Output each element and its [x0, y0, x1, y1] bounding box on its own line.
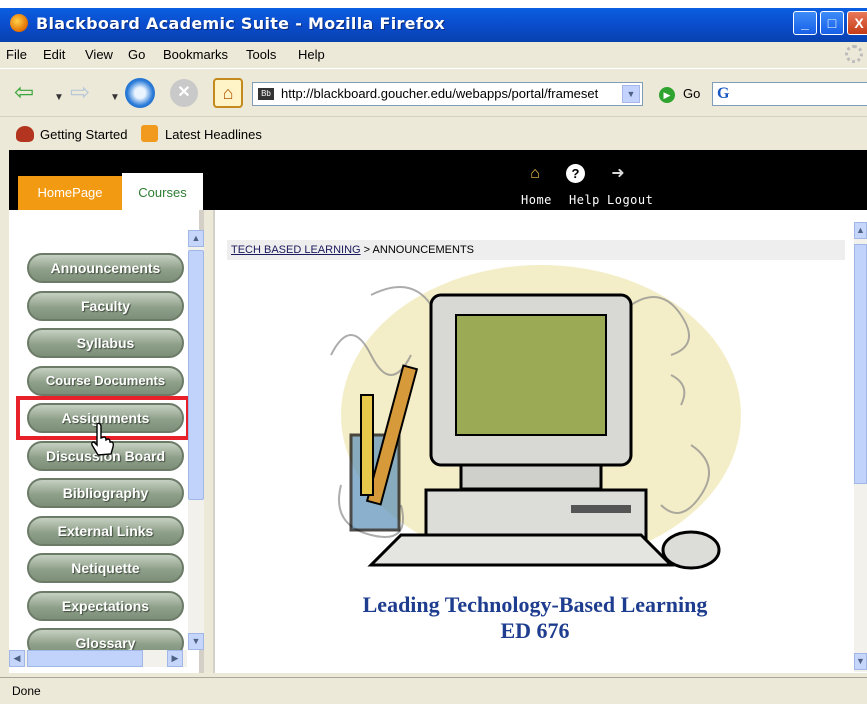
- course-menu-frame: Announcements Faculty Syllabus Course Do…: [9, 210, 204, 673]
- forward-dropdown-icon[interactable]: ▼: [110, 85, 120, 111]
- firefox-icon: [10, 14, 28, 32]
- sidebar-item-bibliography[interactable]: Bibliography: [27, 478, 184, 508]
- url-bar[interactable]: Bb http://blackboard.goucher.edu/webapps…: [252, 82, 643, 106]
- browser-window: Blackboard Academic Suite - Mozilla Fire…: [0, 0, 867, 704]
- help-icon[interactable]: ?: [566, 164, 585, 183]
- menu-tools[interactable]: Tools: [246, 47, 276, 62]
- tab-homepage[interactable]: HomePage: [18, 176, 122, 210]
- hand-cursor-icon: [91, 422, 115, 456]
- caption-course-code: ED 676: [500, 618, 570, 643]
- site-favicon-icon: Bb: [258, 88, 274, 100]
- close-button[interactable]: X: [847, 11, 867, 35]
- go-icon[interactable]: ▶: [659, 87, 675, 103]
- help-link[interactable]: Help: [569, 193, 600, 207]
- back-arrow-icon[interactable]: ⇦: [14, 80, 34, 106]
- menu-edit[interactable]: Edit: [43, 47, 65, 62]
- menu-help[interactable]: Help: [298, 47, 325, 62]
- rss-feed-icon: [141, 125, 158, 142]
- scroll-up-icon[interactable]: ▲: [854, 222, 867, 239]
- sidebar-item-expectations[interactable]: Expectations: [27, 591, 184, 621]
- scroll-thumb[interactable]: [188, 250, 204, 500]
- getting-started-icon: [16, 126, 34, 142]
- content-vertical-scrollbar[interactable]: ▲ ▼: [854, 222, 867, 672]
- sidebar-horizontal-scrollbar[interactable]: ◀ ▶: [9, 650, 187, 667]
- sidebar-item-faculty[interactable]: Faculty: [27, 291, 184, 321]
- url-dropdown-icon[interactable]: ▼: [622, 85, 640, 103]
- url-text[interactable]: http://blackboard.goucher.edu/webapps/po…: [281, 83, 598, 105]
- scroll-down-icon[interactable]: ▼: [854, 653, 867, 670]
- throbber-icon: [845, 45, 863, 63]
- forward-arrow-icon[interactable]: ⇨: [70, 80, 90, 106]
- sidebar-vertical-scrollbar[interactable]: ▲ ▼: [188, 230, 204, 650]
- title-bar: Blackboard Academic Suite - Mozilla Fire…: [0, 0, 867, 42]
- status-bar: Done: [0, 677, 867, 704]
- blackboard-header: HomePage Courses ⌂ ? ➜ Home Help Logout: [9, 150, 867, 210]
- minimize-button[interactable]: _: [793, 11, 817, 35]
- back-dropdown-icon[interactable]: ▼: [54, 85, 64, 111]
- breadcrumb-current: ANNOUNCEMENTS: [372, 244, 474, 256]
- menu-go[interactable]: Go: [128, 47, 145, 62]
- sidebar-item-course-documents[interactable]: Course Documents: [27, 366, 184, 396]
- caption-title: Leading Technology-Based Learning: [362, 592, 708, 617]
- breadcrumb: TECH BASED LEARNING > ANNOUNCEMENTS: [227, 240, 845, 260]
- computer-clipart-image: [330, 265, 741, 570]
- scroll-thumb-horizontal[interactable]: [27, 650, 143, 667]
- menu-bar: File Edit View Go Bookmarks Tools Help: [0, 42, 867, 68]
- scroll-up-icon[interactable]: ▲: [188, 230, 204, 247]
- bookmark-latest-headlines[interactable]: Latest Headlines: [165, 127, 262, 142]
- search-input[interactable]: G: [712, 82, 867, 106]
- sidebar-item-netiquette[interactable]: Netiquette: [27, 553, 184, 583]
- scroll-left-icon[interactable]: ◀: [9, 650, 25, 667]
- logout-link[interactable]: Logout: [607, 193, 653, 207]
- tab-courses[interactable]: Courses: [122, 173, 203, 210]
- home-link[interactable]: Home: [521, 193, 552, 207]
- sidebar-item-external-links[interactable]: External Links: [27, 516, 184, 546]
- logout-icon[interactable]: ➜: [607, 164, 629, 184]
- scroll-right-icon[interactable]: ▶: [167, 650, 183, 667]
- menu-bookmarks[interactable]: Bookmarks: [163, 47, 228, 62]
- home-icon[interactable]: ⌂: [524, 164, 546, 184]
- status-text: Done: [12, 684, 41, 698]
- home-icon[interactable]: ⌂: [213, 78, 243, 108]
- bookmark-getting-started[interactable]: Getting Started: [40, 127, 127, 142]
- content-frame: TECH BASED LEARNING > ANNOUNCEMENTS Lead…: [213, 210, 867, 673]
- window-title: Blackboard Academic Suite - Mozilla Fire…: [36, 14, 445, 33]
- sidebar-item-syllabus[interactable]: Syllabus: [27, 328, 184, 358]
- reload-icon[interactable]: [125, 78, 155, 108]
- google-logo-icon: G: [717, 85, 730, 102]
- menu-file[interactable]: File: [6, 47, 27, 62]
- bookmarks-toolbar: Getting Started Latest Headlines: [0, 116, 867, 150]
- navigation-toolbar: ⇦ ▼ ⇨ ▼ ✕ ⌂ Bb http://blackboard.goucher…: [0, 68, 867, 116]
- stop-icon[interactable]: ✕: [170, 79, 198, 107]
- breadcrumb-course-link[interactable]: TECH BASED LEARNING: [231, 244, 361, 256]
- sidebar-item-announcements[interactable]: Announcements: [27, 253, 184, 283]
- maximize-button[interactable]: □: [820, 11, 844, 35]
- scroll-down-icon[interactable]: ▼: [188, 633, 204, 650]
- menu-view[interactable]: View: [85, 47, 113, 62]
- scroll-thumb[interactable]: [854, 244, 867, 484]
- breadcrumb-separator: >: [363, 244, 371, 256]
- go-button[interactable]: Go: [683, 86, 700, 101]
